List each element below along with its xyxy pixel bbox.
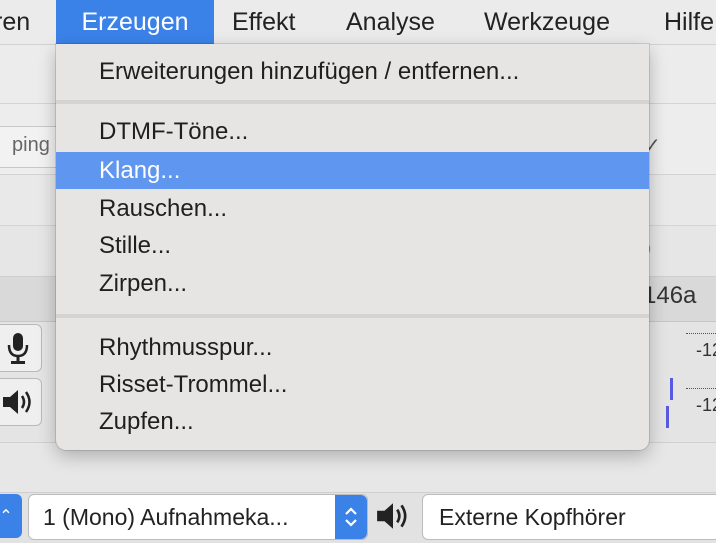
meter-scale-line: [686, 388, 716, 389]
menu-item-risset-trommel[interactable]: Risset-Trommel...: [56, 366, 649, 403]
meter-level-indicator: [666, 406, 669, 428]
microphone-icon: [7, 333, 29, 364]
menu-item-erweiterungen[interactable]: Erweiterungen hinzufügen / entfernen...: [56, 53, 649, 90]
menu-item-zupfen[interactable]: Zupfen...: [56, 403, 649, 440]
playback-meter-button[interactable]: [0, 378, 42, 426]
updown-chevron-icon: [335, 495, 367, 539]
recording-channels-value: 1 (Mono) Aufnahmeka...: [43, 504, 289, 530]
meter-level-indicator: [670, 378, 673, 400]
menu-item-dtmf[interactable]: DTMF-Töne...: [56, 113, 649, 150]
menu-separator: [56, 314, 649, 318]
meter-scale-line: [686, 333, 716, 334]
record-meter-button[interactable]: [0, 324, 42, 372]
menu-bar: ren Erzeugen Effekt Analyse Werkzeuge Hi…: [0, 0, 716, 45]
playback-device-value: Externe Kopfhörer: [439, 504, 626, 530]
menu-effekt[interactable]: Effekt: [232, 0, 295, 44]
speaker-icon: [375, 500, 411, 537]
menu-analyse[interactable]: Analyse: [346, 0, 435, 44]
recording-channels-select[interactable]: 1 (Mono) Aufnahmeka...: [28, 494, 368, 540]
host-select-chevron-icon[interactable]: ⌃: [0, 494, 22, 538]
track-name-text: ping: [12, 134, 50, 156]
device-label: 146a: [643, 282, 697, 309]
meter-scale-label: -12: [696, 340, 716, 360]
erzeugen-dropdown-menu: Erweiterungen hinzufügen / entfernen... …: [56, 44, 649, 450]
menu-werkzeuge[interactable]: Werkzeuge: [484, 0, 610, 44]
menu-item-zirpen[interactable]: Zirpen...: [56, 265, 649, 302]
menu-erzeugen[interactable]: Erzeugen: [56, 0, 214, 44]
menu-item-rhythmusspur[interactable]: Rhythmusspur...: [56, 329, 649, 366]
menu-file-partial[interactable]: ren: [0, 0, 30, 44]
menu-hilfe[interactable]: Hilfe: [664, 0, 714, 44]
menu-item-klang[interactable]: Klang...: [56, 152, 649, 189]
menu-item-rauschen[interactable]: Rauschen...: [56, 190, 649, 227]
playback-device-select[interactable]: Externe Kopfhörer: [422, 494, 716, 540]
menu-item-stille[interactable]: Stille...: [56, 227, 649, 264]
meter-scale-label: -12: [696, 395, 716, 415]
speaker-icon: [3, 390, 31, 414]
menu-separator: [56, 100, 649, 104]
